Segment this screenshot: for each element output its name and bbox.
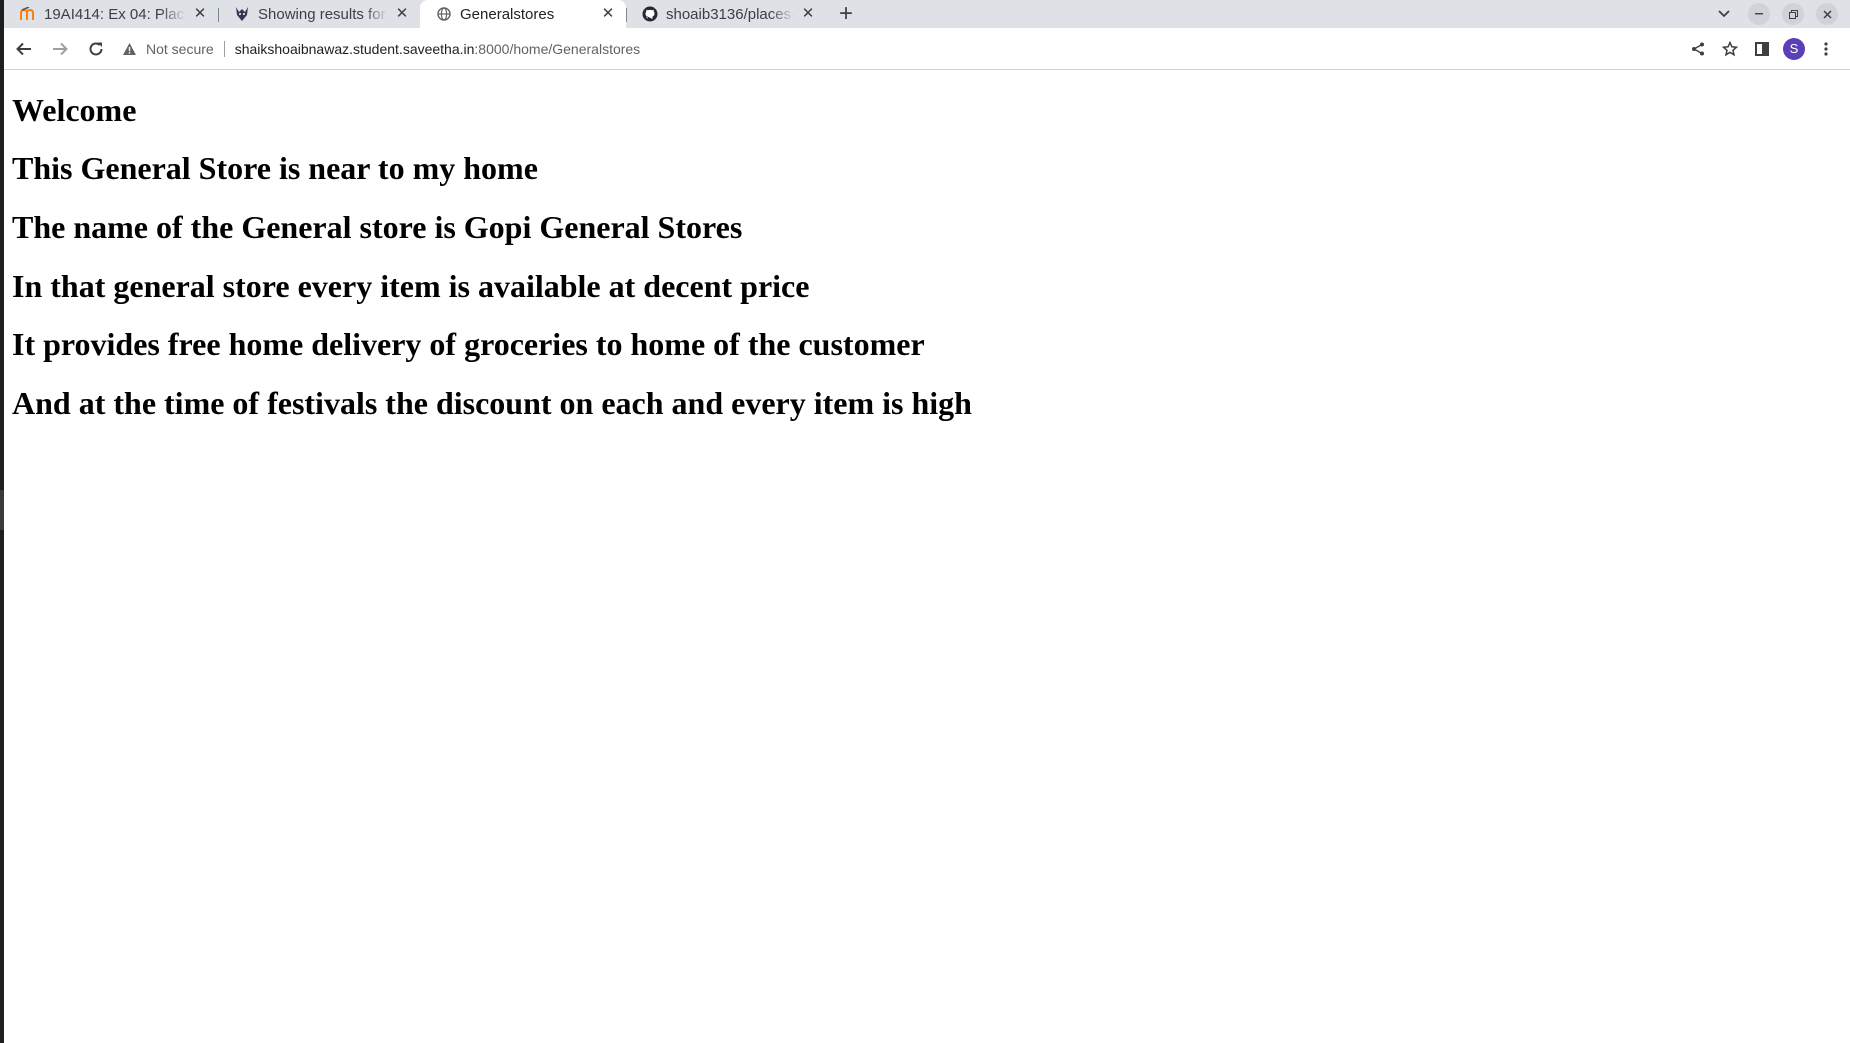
warning-triangle-icon[interactable] [122,42,140,56]
side-panel-icon[interactable] [1746,33,1778,65]
desktop-left-edge [0,0,4,1043]
url-host: shaikshoaibnawaz.student.saveetha.in [234,40,475,57]
reload-icon [89,41,103,55]
omnibox-divider [223,40,225,57]
tab-title: Showing results for contents [258,5,388,23]
profile-avatar[interactable]: S [1783,37,1805,60]
reload-button[interactable] [80,33,112,65]
tab-generalstores[interactable]: Generalstores ✕ [420,0,626,28]
minimize-button[interactable] [1748,3,1770,25]
tab-search-results[interactable]: Showing results for contents ✕ [218,0,420,28]
tab-strip: 19AI414: Ex 04: Places Around Me ✕ Showi… [4,0,1850,28]
forward-button[interactable] [44,33,76,65]
new-tab-button[interactable]: + [830,0,862,28]
bookmark-star-icon[interactable] [1714,33,1746,65]
tab-title: 19AI414: Ex 04: Places Around Me [44,5,186,23]
moodle-icon [20,6,36,22]
github-icon [642,6,658,22]
globe-icon [436,6,452,22]
url-path: :8000/home/Generalstores [474,40,641,57]
tab-github[interactable]: shoaib3136/places-around-me ✕ [626,0,826,28]
content-heading: This General Store is near to my home [12,150,538,186]
tab-title: Generalstores [460,5,555,23]
tab-title: shoaib3136/places-around-me [666,5,794,23]
restore-button[interactable] [1782,3,1804,25]
browser-toolbar: Not secure shaikshoaibnawaz.student.save… [4,28,1850,70]
close-tab-icon[interactable]: ✕ [600,6,616,22]
content-heading: And at the time of festivals the discoun… [12,385,972,421]
close-window-button[interactable] [1816,3,1838,25]
back-arrow-icon [16,42,31,55]
content-heading: The name of the General store is Gopi Ge… [12,209,743,245]
tab-ex04[interactable]: 19AI414: Ex 04: Places Around Me ✕ [4,0,218,28]
content-heading: It provides free home delivery of grocer… [12,326,925,362]
content-heading: In that general store every item is avai… [12,268,810,304]
back-button[interactable] [8,33,40,65]
forward-arrow-icon [53,42,68,55]
welcome-heading: Welcome [12,92,137,128]
close-tab-icon[interactable]: ✕ [192,6,208,22]
close-tab-icon[interactable]: ✕ [394,6,410,22]
close-tab-icon[interactable]: ✕ [800,6,816,22]
tab-search-chevron-icon[interactable] [1712,2,1736,26]
address-bar[interactable]: Not secure shaikshoaibnawaz.student.save… [122,32,1682,66]
wolf-icon [234,6,250,22]
not-secure-label[interactable]: Not secure [146,41,214,57]
more-menu-icon[interactable] [1810,33,1842,65]
share-icon[interactable] [1682,33,1714,65]
